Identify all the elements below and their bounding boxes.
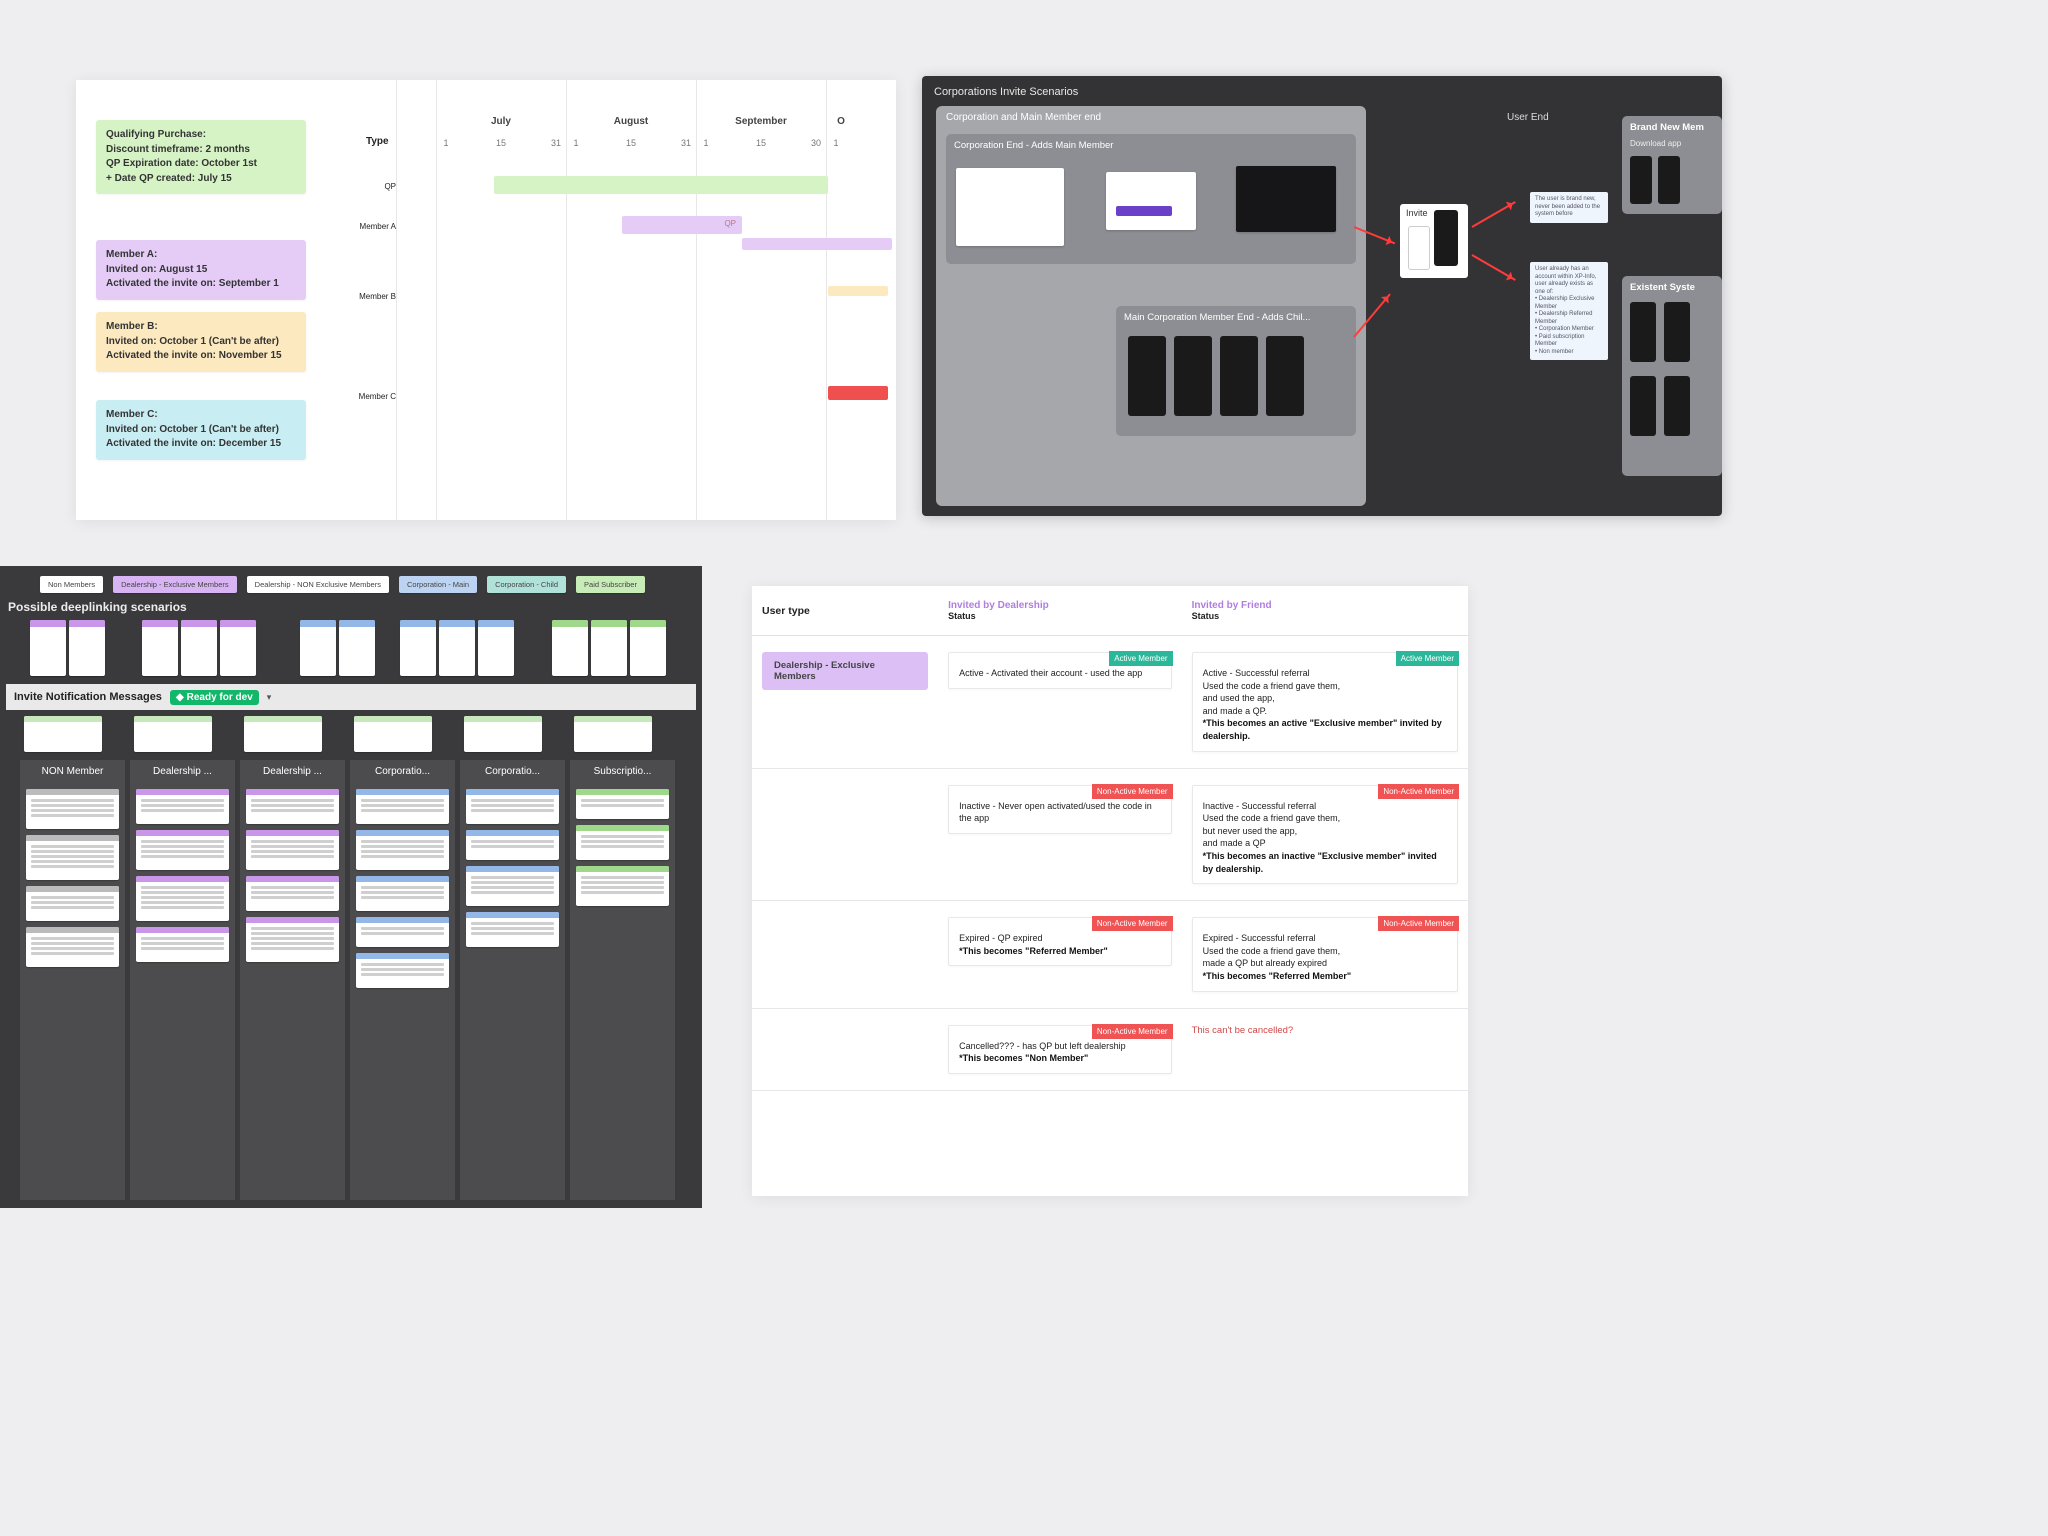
badge-active: Active Member <box>1109 651 1172 666</box>
gantt-month-july: July <box>436 116 566 127</box>
gantt-row-b: Member B <box>316 292 396 301</box>
flow-brand-new: Brand New Mem Download app <box>1622 116 1722 214</box>
row-inactive: Non-Active Member Inactive - Never open … <box>752 768 1468 901</box>
phone-4 <box>1266 336 1304 416</box>
user-chip: Dealership - Exclusive Members <box>762 652 928 690</box>
gantt-row-c: Member C <box>316 392 396 401</box>
toolbar: Invite Notification Messages ◆Ready for … <box>6 684 696 710</box>
chevron-down-icon[interactable]: ▾ <box>267 692 272 703</box>
qp-note: Qualifying Purchase: Discount timeframe:… <box>96 120 306 194</box>
flow-brand-new-title: Brand New Mem <box>1622 116 1722 139</box>
lane-subscription: Subscriptio... <box>570 760 675 1200</box>
flow-title: Corporations Invite Scenarios <box>922 76 1722 108</box>
row-cancelled: Non-Active Member Cancelled??? - has QP … <box>752 1008 1468 1090</box>
th-dealership: Invited by Dealership Status <box>938 586 1181 636</box>
lane-non-member: NON Member <box>20 760 125 1200</box>
card-fri-active: Active Member Active - Successful referr… <box>1192 652 1458 752</box>
row-expired: Non-Active Member Expired - QP expired *… <box>752 901 1468 1008</box>
card-ded-cancelled: Non-Active Member Cancelled??? - has QP … <box>948 1025 1171 1074</box>
flow-sub-corp-main: Corporation End - Adds Main Member <box>946 134 1356 264</box>
dark-panel: Non Members Dealership - Exclusive Membe… <box>0 566 702 1208</box>
flow-sub-corp-main-title: Corporation End - Adds Main Member <box>946 134 1356 157</box>
arrow-invite-note2 <box>1472 254 1516 281</box>
gantt-qp-tag: QP <box>724 219 736 228</box>
gantt-bar-a1: QP <box>622 216 742 234</box>
note-existing: User already has an account within XP-In… <box>1530 262 1608 360</box>
flow-panel: Corporations Invite Scenarios Corporatio… <box>922 76 1722 516</box>
card-fri-inactive: Non-Active Member Inactive - Successful … <box>1192 785 1458 885</box>
gantt-bar-qp <box>494 176 828 194</box>
status-table: User type Invited by Dealership Status I… <box>752 586 1468 1091</box>
gantt-bar-a2 <box>742 238 892 250</box>
phone-3 <box>1220 336 1258 416</box>
tag-non-members[interactable]: Non Members <box>40 576 103 593</box>
lane-dealership-2: Dealership ... <box>240 760 345 1200</box>
flow-sub-main-child: Main Corporation Member End - Adds Chil.… <box>1116 306 1356 436</box>
gantt-month-oct-cut: O <box>826 116 856 127</box>
flow-existent: Existent Syste <box>1622 276 1722 476</box>
gantt-row-a: Member A <box>316 222 396 231</box>
status-panel: User type Invited by Dealership Status I… <box>752 586 1468 1196</box>
gantt-bar-b <box>828 286 888 296</box>
lane-corporation-2: Corporatio... <box>460 760 565 1200</box>
flow-download-label: Download app <box>1622 139 1722 148</box>
status-badge[interactable]: ◆Ready for dev <box>170 690 259 705</box>
tag-deal-nonexcl[interactable]: Dealership - NON Exclusive Members <box>247 576 389 593</box>
tag-corp-main[interactable]: Corporation - Main <box>399 576 477 593</box>
tag-paid-sub[interactable]: Paid Subscriber <box>576 576 645 593</box>
flow-existent-title: Existent Syste <box>1622 276 1722 299</box>
phone-1 <box>1128 336 1166 416</box>
note-brand-new: The user is brand new, never been added … <box>1530 192 1608 223</box>
member-b-note: Member B: Invited on: October 1 (Can't b… <box>96 312 306 372</box>
flow-sub-main-child-title: Main Corporation Member End - Adds Chil.… <box>1116 306 1356 329</box>
invite-title: Invite Notification Messages <box>14 691 162 703</box>
thumb-hero <box>1236 166 1336 232</box>
gantt-month-sep: September <box>696 116 826 127</box>
thumb-spreadsheet <box>956 168 1064 246</box>
thumb-modal <box>1106 172 1196 230</box>
deeplinking-title: Possible deeplinking scenarios <box>8 600 187 614</box>
tag-row: Non Members Dealership - Exclusive Membe… <box>40 576 645 593</box>
gantt-panel: Qualifying Purchase: Discount timeframe:… <box>76 80 896 520</box>
flow-group-corp-title: Corporation and Main Member end <box>936 106 1366 129</box>
tag-deal-excl[interactable]: Dealership - Exclusive Members <box>113 576 237 593</box>
row-active: Dealership - Exclusive Members Active Me… <box>752 636 1468 769</box>
lane-corporation-1: Corporatio... <box>350 760 455 1200</box>
card-ded-expired: Non-Active Member Expired - QP expired *… <box>948 917 1171 966</box>
gantt-month-aug: August <box>566 116 696 127</box>
badge-nonactive: Non-Active Member <box>1092 784 1173 799</box>
card-ded-inactive: Non-Active Member Inactive - Never open … <box>948 785 1171 834</box>
gantt-row-qp: QP <box>316 182 396 191</box>
flow-group-corp: Corporation and Main Member end Corporat… <box>936 106 1366 506</box>
member-a-note: Member A: Invited on: August 15 Activate… <box>96 240 306 300</box>
phone-2 <box>1174 336 1212 416</box>
invite-label: Invite <box>1406 208 1428 218</box>
gantt-type-header: Type <box>366 136 389 147</box>
card-fri-expired: Non-Active Member Expired - Successful r… <box>1192 917 1458 991</box>
fri-cancelled-text: This can't be cancelled? <box>1192 1025 1458 1036</box>
flow-group-user-title: User End <box>1497 106 1519 129</box>
member-c-note: Member C: Invited on: October 1 (Can't b… <box>96 400 306 460</box>
invite-card: Invite <box>1400 204 1468 278</box>
flow-group-user: User End <box>1497 106 1519 128</box>
gantt-timeline: July August September O 1 15 31 1 15 31 … <box>396 80 896 520</box>
lane-dealership-1: Dealership ... <box>130 760 235 1200</box>
card-ded-active: Active Member Active - Activated their a… <box>948 652 1171 689</box>
th-friend: Invited by Friend Status <box>1182 586 1468 636</box>
tag-corp-child[interactable]: Corporation - Child <box>487 576 566 593</box>
gantt-bar-c <box>828 386 888 400</box>
th-user: User type <box>752 586 938 636</box>
arrow-invite-note1 <box>1472 201 1516 228</box>
